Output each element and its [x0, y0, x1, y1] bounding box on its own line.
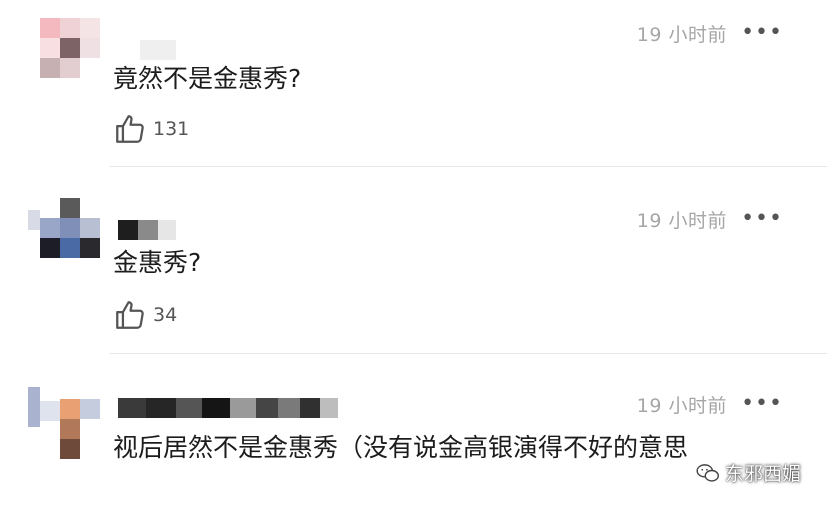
divider	[110, 166, 827, 167]
comment-time: 19 小时前	[636, 24, 727, 46]
thumbs-up-icon	[116, 301, 144, 329]
comment-item: 19 小时前 ••• 竟然不是金惠秀? 131	[0, 0, 827, 167]
comment-text: 竟然不是金惠秀?	[113, 64, 302, 93]
thumbs-up-icon	[116, 115, 144, 143]
watermark: 东邪西媚	[695, 459, 801, 486]
like-count: 131	[153, 118, 190, 140]
avatar[interactable]	[28, 198, 100, 270]
comment-item: 19 小时前 ••• 金惠秀? 34	[0, 168, 827, 354]
more-icon[interactable]: •••	[741, 22, 783, 44]
more-icon[interactable]: •••	[741, 208, 783, 230]
avatar[interactable]	[28, 381, 100, 459]
comment-time: 19 小时前	[636, 210, 727, 232]
comment-text: 金惠秀?	[113, 248, 202, 277]
like-count: 34	[153, 304, 178, 326]
comment-time: 19 小时前	[636, 395, 727, 417]
comment-list: 19 小时前 ••• 竟然不是金惠秀? 131 19 小时前 ••• 金惠秀? …	[0, 0, 827, 508]
like-button[interactable]: 34	[113, 298, 177, 332]
watermark-text: 东邪西媚	[724, 463, 801, 485]
more-icon[interactable]: •••	[741, 393, 783, 415]
comment-text: 视后居然不是金惠秀（没有说金高银演得不好的意思	[113, 433, 689, 462]
divider	[110, 353, 827, 354]
wechat-logo-icon	[696, 463, 719, 482]
like-button[interactable]: 131	[113, 112, 189, 146]
avatar[interactable]	[28, 18, 100, 90]
